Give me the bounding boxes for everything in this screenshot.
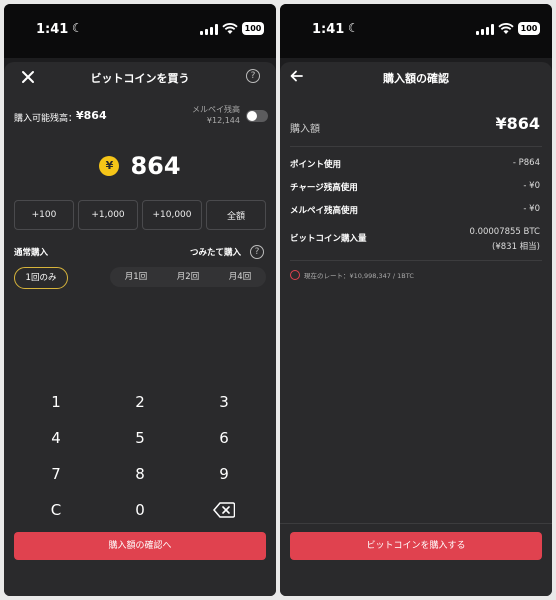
points-used-label: ポイント使用 xyxy=(290,160,342,170)
buy-navbar: ビットコインを買う ? xyxy=(4,62,276,92)
key-3[interactable]: 3 xyxy=(194,388,254,416)
normal-purchase-label: 通常購入 xyxy=(14,248,49,258)
key-backspace[interactable] xyxy=(194,496,254,524)
amount-value: 864 xyxy=(130,152,181,180)
btc-amount-label: ビットコイン購入量 xyxy=(290,234,367,244)
amount-display: ¥ 864 xyxy=(4,152,276,184)
freq-monthly-2[interactable]: 月2回 xyxy=(162,267,214,287)
moon-icon: ☾ xyxy=(72,21,83,35)
signal-icon xyxy=(476,24,494,35)
battery-indicator: 100 xyxy=(518,22,540,35)
merpay-toggle[interactable] xyxy=(246,110,268,122)
status-time: 1:41 xyxy=(312,22,345,37)
once-option[interactable]: 1回のみ xyxy=(14,267,68,289)
wifi-icon xyxy=(498,23,514,34)
divider xyxy=(290,146,542,147)
key-0[interactable]: 0 xyxy=(110,496,170,524)
quick-amount-10000[interactable]: +10,000 xyxy=(142,200,202,230)
buy-sheet: ビットコインを買う ? 購入可能残高： ¥864 メルペイ残高 ¥12,144 … xyxy=(4,62,276,596)
status-bar: 1:41 ☾ 100 xyxy=(4,4,276,58)
merpay-used-value: - ¥0 xyxy=(523,204,540,214)
purchase-amount-value: ¥864 xyxy=(495,114,540,133)
footer-divider xyxy=(280,523,552,524)
charge-used-label: チャージ残高使用 xyxy=(290,183,358,193)
quick-amount-1000[interactable]: +1,000 xyxy=(78,200,138,230)
battery-indicator: 100 xyxy=(242,22,264,35)
rate-indicator-icon xyxy=(290,270,300,280)
key-1[interactable]: 1 xyxy=(26,388,86,416)
key-5[interactable]: 5 xyxy=(110,424,170,452)
merpay-balance-label: メルペイ残高 xyxy=(192,105,240,114)
btc-amount-value: 0.00007855 BTC xyxy=(469,227,540,237)
points-used-value: - P864 xyxy=(512,158,540,168)
key-4[interactable]: 4 xyxy=(26,424,86,452)
tsumitate-purchase-label: つみたて購入 xyxy=(190,248,242,258)
freq-monthly-4[interactable]: 月4回 xyxy=(214,267,266,287)
frequency-group: 月1回 月2回 月4回 xyxy=(110,267,266,287)
key-clear[interactable]: C xyxy=(26,496,86,524)
page-title: ビットコインを買う xyxy=(90,72,190,85)
key-7[interactable]: 7 xyxy=(26,460,86,488)
purchase-amount-label: 購入額 xyxy=(290,124,320,135)
key-2[interactable]: 2 xyxy=(110,388,170,416)
yen-coin-icon: ¥ xyxy=(99,156,120,176)
btc-amount-equivalent: (¥831 相当) xyxy=(492,242,540,252)
charge-used-value: - ¥0 xyxy=(523,181,540,191)
merpay-used-label: メルペイ残高使用 xyxy=(290,206,359,216)
confirm-sheet: 購入額の確認 購入額 ¥864 ポイント使用 - P864 チャージ残高使用 -… xyxy=(280,62,552,596)
merpay-balance-value: ¥12,144 xyxy=(206,116,240,125)
key-9[interactable]: 9 xyxy=(194,460,254,488)
status-bar: 1:41 ☾ 100 xyxy=(280,4,552,58)
buy-screen: 1:41 ☾ 100 ビットコインを買う ? 購入可能残高： ¥864 メルペイ… xyxy=(4,4,276,596)
available-balance-label: 購入可能残高： xyxy=(14,114,78,124)
confirm-navbar: 購入額の確認 xyxy=(280,62,552,92)
freq-monthly-1[interactable]: 月1回 xyxy=(110,267,162,287)
signal-icon xyxy=(200,24,218,35)
status-time: 1:41 xyxy=(36,22,69,37)
backspace-icon xyxy=(213,502,235,518)
divider xyxy=(290,260,542,261)
quick-amount-row: +100 +1,000 +10,000 全額 xyxy=(14,200,266,230)
tsumitate-help-icon[interactable]: ? xyxy=(250,245,264,259)
quick-amount-all[interactable]: 全額 xyxy=(206,200,266,230)
page-title: 購入額の確認 xyxy=(383,72,449,85)
buy-bitcoin-button[interactable]: ビットコインを購入する xyxy=(290,532,542,560)
confirm-screen: 1:41 ☾ 100 購入額の確認 購入額 ¥864 ポイント使用 - P864… xyxy=(280,4,552,596)
quick-amount-100[interactable]: +100 xyxy=(14,200,74,230)
available-balance-value: ¥864 xyxy=(76,109,107,122)
key-8[interactable]: 8 xyxy=(110,460,170,488)
help-icon[interactable]: ? xyxy=(246,69,260,83)
wifi-icon xyxy=(222,23,238,34)
key-6[interactable]: 6 xyxy=(194,424,254,452)
current-rate-text: 現在のレート：¥10,998,347 / 1BTC xyxy=(304,272,414,280)
confirm-amount-button[interactable]: 購入額の確認へ xyxy=(14,532,266,560)
moon-icon: ☾ xyxy=(348,21,359,35)
